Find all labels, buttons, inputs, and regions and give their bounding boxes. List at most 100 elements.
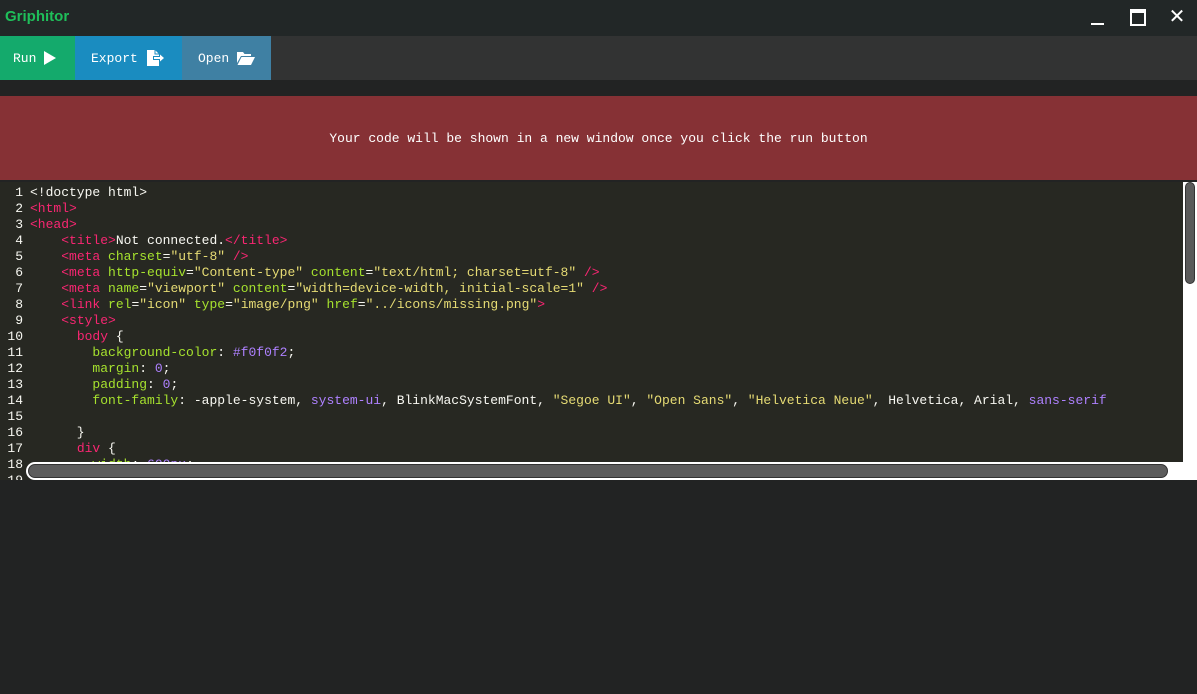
line-number: 7 xyxy=(15,281,23,296)
play-icon xyxy=(44,51,57,65)
code-token: "../icons/missing.png" xyxy=(365,297,538,312)
code-line[interactable]: 14 font-family: -apple-system, system-ui… xyxy=(0,393,1106,409)
maximize-icon[interactable] xyxy=(1123,4,1151,30)
code-line[interactable]: 1 <!doctype html> xyxy=(0,185,147,201)
code-token: <html> xyxy=(30,201,77,216)
code-line[interactable]: 4 <title>Not connected.</title> xyxy=(0,233,287,249)
line-number: 12 xyxy=(7,361,23,376)
code-token: } xyxy=(30,425,85,440)
line-number: 1 xyxy=(15,185,23,200)
code-line[interactable]: 8 <link rel="icon" type="image/png" href… xyxy=(0,297,545,313)
code-token: "image/png" xyxy=(232,297,319,312)
code-token: /> xyxy=(583,281,608,296)
code-token: body xyxy=(76,329,109,344)
code-token: <meta xyxy=(61,281,109,296)
line-number: 16 xyxy=(7,425,23,440)
open-button-label: Open xyxy=(198,50,230,66)
code-line[interactable]: 5 <meta charset="utf-8" /> xyxy=(0,249,248,265)
code-token: rel xyxy=(108,297,132,312)
code-line[interactable]: 10 body { xyxy=(0,329,123,345)
line-number: 13 xyxy=(7,377,23,392)
code-token: , BlinkMacSystemFont, xyxy=(381,393,553,408)
code-token: ; xyxy=(170,377,179,392)
empty-area xyxy=(0,480,1197,694)
line-number: 6 xyxy=(15,265,23,280)
code-token: = xyxy=(186,265,194,280)
horizontal-scrollbar-thumb[interactable] xyxy=(28,464,1168,478)
code-token: <meta xyxy=(61,265,109,280)
folder-open-icon xyxy=(237,51,256,65)
code-line[interactable]: 2 <html> xyxy=(0,201,77,217)
code-line[interactable]: 17 div { xyxy=(0,441,116,457)
code-token: , Helvetica, Arial, xyxy=(872,393,1029,408)
code-token: padding xyxy=(92,377,148,392)
code-token: <style> xyxy=(61,313,116,328)
code-token: "utf-8" xyxy=(170,249,226,264)
code-token: "Segoe UI" xyxy=(552,393,631,408)
code-line[interactable]: 9 <style> xyxy=(0,313,116,329)
code-editor[interactable]: 1 <!doctype html> 2 <html> 3 <head> 4 <title>N… xyxy=(0,182,1197,480)
code-line[interactable]: 6 <meta http-equiv="Content-type" conten… xyxy=(0,265,599,281)
export-button[interactable]: Export xyxy=(75,36,182,80)
code-line[interactable]: 3 <head> xyxy=(0,217,77,233)
code-line[interactable]: 16 } xyxy=(0,425,85,441)
code-token: : xyxy=(217,345,233,360)
code-line[interactable]: 7 <meta name="viewport" content="width=d… xyxy=(0,281,607,297)
code-token: { xyxy=(100,441,116,456)
code-token: <link xyxy=(61,297,109,312)
code-token: content xyxy=(232,281,288,296)
code-token: "viewport" xyxy=(147,281,226,296)
code-line[interactable]: 19 xyxy=(0,473,30,480)
line-number: 8 xyxy=(15,297,23,312)
line-number: 9 xyxy=(15,313,23,328)
line-number: 2 xyxy=(15,201,23,216)
code-token: charset xyxy=(108,249,163,264)
code-token: "width=device-width, initial-scale=1" xyxy=(295,281,584,296)
code-token: , xyxy=(630,393,647,408)
code-token: "text/html; charset=utf-8" xyxy=(373,265,577,280)
close-icon[interactable]: ✕ xyxy=(1163,4,1191,30)
code-token: = xyxy=(357,297,366,312)
run-button[interactable]: Run xyxy=(0,36,75,80)
code-line[interactable]: 11 background-color: #f0f0f2; xyxy=(0,345,295,361)
open-button[interactable]: Open xyxy=(182,36,271,80)
code-token: "Helvetica Neue" xyxy=(747,393,873,408)
line-number: 11 xyxy=(7,345,23,360)
vertical-scrollbar-thumb[interactable] xyxy=(1185,182,1195,284)
code-token: <!doctype html> xyxy=(30,185,148,200)
code-token: ; xyxy=(287,345,296,360)
app-title: Griphitor xyxy=(5,8,70,25)
code-token: : xyxy=(147,377,163,392)
code-token: ; xyxy=(162,361,171,376)
code-line[interactable]: 13 padding: 0; xyxy=(0,377,178,393)
line-number: 18 xyxy=(7,457,23,472)
code-token: "icon" xyxy=(139,297,187,312)
code-token: background-color xyxy=(92,345,218,360)
line-number: 10 xyxy=(7,329,23,344)
line-number: 17 xyxy=(7,441,23,456)
line-number: 3 xyxy=(15,217,23,232)
line-number: 5 xyxy=(15,249,23,264)
code-token: content xyxy=(310,265,366,280)
code-line[interactable]: 15 xyxy=(0,409,30,425)
code-line[interactable]: 12 margin: 0; xyxy=(0,361,170,377)
code-token: "Open Sans" xyxy=(646,393,733,408)
minimize-icon[interactable] xyxy=(1083,4,1111,30)
info-banner: Your code will be shown in a new window … xyxy=(0,96,1197,180)
code-token: : -apple-system, xyxy=(178,393,311,408)
code-token: , xyxy=(732,393,748,408)
run-button-label: Run xyxy=(13,50,37,66)
